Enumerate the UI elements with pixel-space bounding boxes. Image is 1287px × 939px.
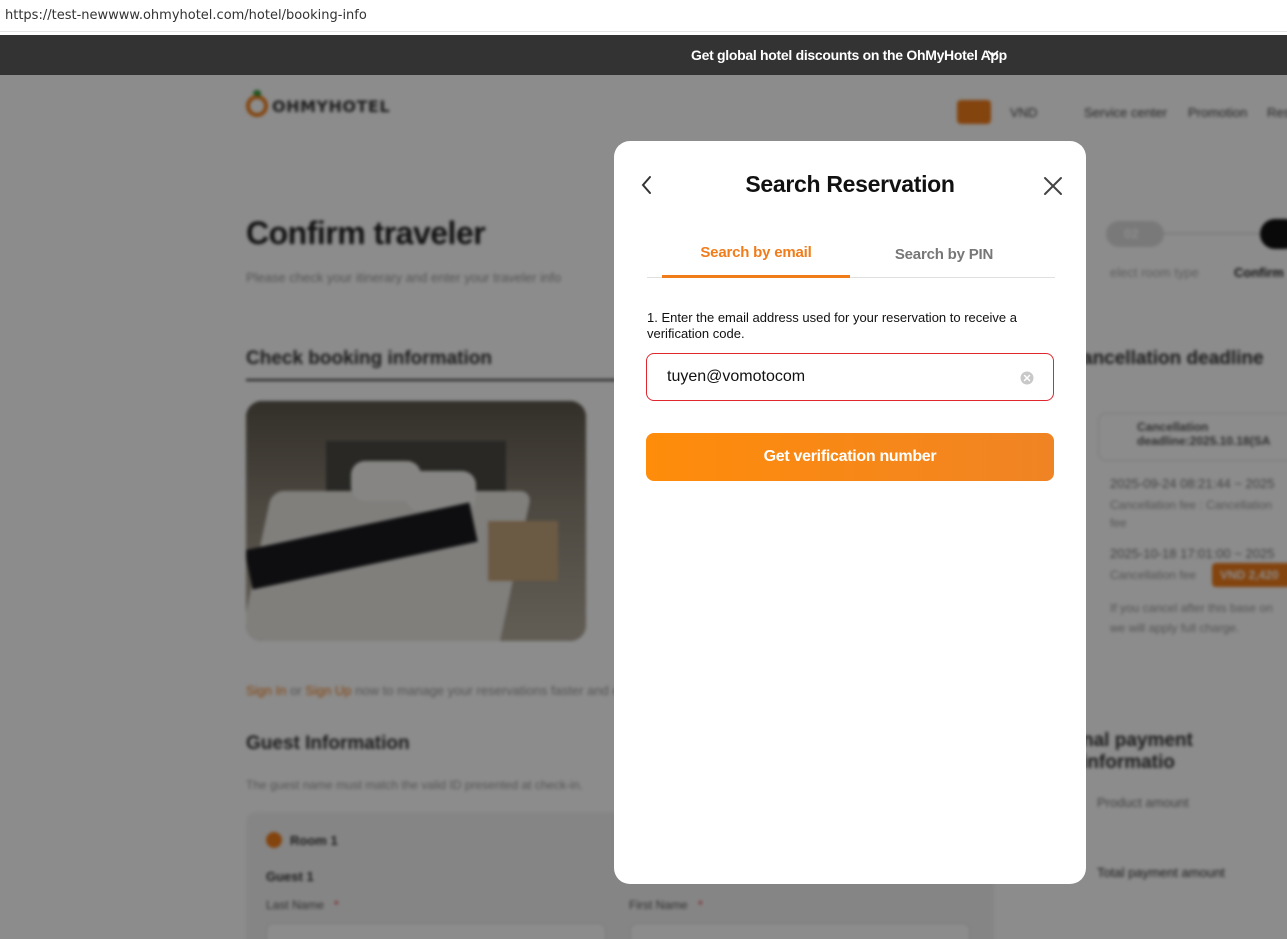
close-icon[interactable] — [1042, 175, 1064, 197]
tab-search-by-email[interactable]: Search by email — [662, 233, 850, 278]
chevron-down-icon — [987, 50, 999, 58]
search-reservation-modal: Search Reservation Search by email Searc… — [614, 141, 1086, 884]
search-method-tabs: Search by email Search by PIN — [647, 233, 1055, 278]
email-instruction: 1. Enter the email address used for your… — [647, 310, 1017, 341]
browser-url-bar[interactable]: https://test-newwww.ohmyhotel.com/hotel/… — [0, 0, 1287, 32]
app-promo-banner[interactable]: Get global hotel discounts on the OhMyHo… — [0, 35, 1287, 75]
clear-input-icon[interactable] — [1020, 371, 1034, 385]
get-verification-button[interactable]: Get verification number — [646, 433, 1054, 481]
email-field-wrapper — [646, 353, 1054, 401]
modal-title: Search Reservation — [745, 171, 955, 197]
url-text: https://test-newwww.ohmyhotel.com/hotel/… — [5, 8, 367, 23]
email-input[interactable] — [667, 366, 1007, 388]
promo-text: Get global hotel discounts on the OhMyHo… — [691, 47, 1007, 63]
tab-search-by-pin[interactable]: Search by PIN — [862, 233, 1026, 278]
